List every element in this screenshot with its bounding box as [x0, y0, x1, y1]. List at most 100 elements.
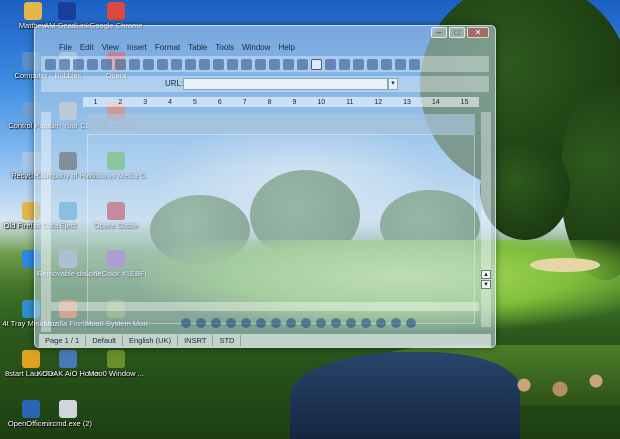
- print-preview-icon[interactable]: [143, 58, 154, 70]
- standard-toolbar: [41, 56, 489, 72]
- horizontal-scrollbar[interactable]: [51, 302, 479, 311]
- callout-icon[interactable]: [271, 318, 281, 328]
- document-page-header: [87, 114, 475, 134]
- text-icon[interactable]: [256, 318, 266, 328]
- menu-view[interactable]: View: [102, 42, 119, 54]
- format-paintbrush-icon[interactable]: [227, 58, 238, 70]
- ruler-mark: 11: [346, 98, 354, 106]
- help-icon[interactable]: [409, 58, 420, 70]
- status-insert-mode[interactable]: INSRT: [178, 335, 214, 346]
- url-dropdown-button[interactable]: ▾: [388, 78, 398, 90]
- rectangle-icon[interactable]: [211, 318, 221, 328]
- menu-tools[interactable]: Tools: [215, 42, 234, 54]
- find-replace-icon[interactable]: [325, 58, 336, 70]
- wallpaper-pond: [290, 352, 520, 439]
- ruler-mark: 15: [460, 98, 469, 106]
- ruler-mark: 7: [242, 98, 247, 106]
- ruler-mark: 1: [93, 98, 98, 106]
- open-icon[interactable]: [59, 58, 70, 70]
- table-icon[interactable]: [283, 58, 294, 70]
- wallpaper-bunker: [530, 258, 600, 272]
- copy-icon[interactable]: [199, 58, 210, 70]
- ruler-mark: 13: [403, 98, 411, 106]
- autospell-icon[interactable]: [171, 58, 182, 70]
- gallery-icon[interactable]: [353, 58, 364, 70]
- block-arrows-icon[interactable]: [316, 318, 326, 328]
- select-icon[interactable]: [181, 318, 191, 328]
- kodak-aio-icon: [59, 350, 77, 368]
- edit-file-icon[interactable]: [101, 58, 112, 70]
- menu-table[interactable]: Table: [188, 42, 207, 54]
- image-icon[interactable]: [391, 318, 401, 328]
- ellipse-icon[interactable]: [226, 318, 236, 328]
- menu-window[interactable]: Window: [242, 42, 270, 54]
- url-label: URL:: [165, 79, 184, 88]
- basic-shapes-icon[interactable]: [286, 318, 296, 328]
- navigator-icon[interactable]: [339, 58, 350, 70]
- fontwork-icon[interactable]: [376, 318, 386, 328]
- scroll-down-button[interactable]: ▼: [481, 280, 491, 289]
- nircmd-icon: [59, 400, 77, 418]
- symbol-shapes-icon[interactable]: [301, 318, 311, 328]
- extrusion-icon[interactable]: [406, 318, 416, 328]
- vertical-scrollbar[interactable]: [481, 112, 491, 327]
- moo0-window-icon: [107, 350, 125, 368]
- spellcheck-icon[interactable]: [157, 58, 168, 70]
- menu-file[interactable]: File: [59, 42, 72, 54]
- ruler-mark: 12: [374, 98, 383, 106]
- stars-icon[interactable]: [361, 318, 371, 328]
- flowchart-icon[interactable]: [331, 318, 341, 328]
- status-selection-mode[interactable]: STD: [213, 335, 242, 346]
- paste-icon[interactable]: [213, 58, 224, 70]
- menu-insert[interactable]: Insert: [127, 42, 147, 54]
- desktop-icon-label: nircmd.exe (2): [44, 419, 92, 428]
- save-icon[interactable]: [73, 58, 84, 70]
- print-icon[interactable]: [129, 58, 140, 70]
- status-bar: Page 1 / 1 Default English (UK) INSRT ST…: [39, 334, 491, 347]
- desktop-icon-label: Moo0 Window ...: [88, 369, 144, 378]
- cut-icon[interactable]: [185, 58, 196, 70]
- ruler-mark: 8: [267, 98, 272, 106]
- window-controls: – □ ✕: [431, 27, 489, 38]
- hyperlink-bar: URL: ▾: [41, 76, 489, 92]
- email-icon[interactable]: [87, 58, 98, 70]
- new-document-icon[interactable]: [45, 58, 56, 70]
- minimize-button[interactable]: –: [431, 27, 447, 38]
- data-sources-icon[interactable]: [367, 58, 378, 70]
- status-page[interactable]: Page 1 / 1: [39, 335, 87, 346]
- desktop-icon-nircmd[interactable]: nircmd.exe (2): [37, 400, 99, 428]
- menu-format[interactable]: Format: [155, 42, 180, 54]
- redo-icon[interactable]: [255, 58, 266, 70]
- show-draw-functions-icon[interactable]: [297, 58, 308, 70]
- ruler-mark: 5: [192, 98, 197, 106]
- draw-mode-icon[interactable]: [311, 58, 322, 70]
- document-page[interactable]: [87, 134, 475, 324]
- hyperlink-icon[interactable]: [269, 58, 280, 70]
- menu-edit[interactable]: Edit: [80, 42, 94, 54]
- line-icon[interactable]: [196, 318, 206, 328]
- menu-bar: File Edit View Insert Format Table Tools…: [41, 42, 489, 54]
- freeform-icon[interactable]: [241, 318, 251, 328]
- desktop-icon-moo0-window[interactable]: Moo0 Window ...: [85, 350, 147, 378]
- ruler-mark: 4: [168, 98, 173, 106]
- writer-window[interactable]: – □ ✕ File Edit View Insert Format Table…: [34, 25, 496, 348]
- zoom-icon[interactable]: [395, 58, 406, 70]
- vertical-ruler[interactable]: [41, 112, 51, 332]
- window-titlebar[interactable]: – □ ✕: [35, 26, 495, 40]
- export-pdf-icon[interactable]: [115, 58, 126, 70]
- maximize-button[interactable]: □: [449, 27, 465, 38]
- horizontal-ruler[interactable]: 1 2 3 4 5 6 7 8 9 10 11 12 13 14 15: [83, 97, 479, 107]
- ruler-mark: 14: [431, 98, 440, 106]
- status-language[interactable]: English (UK): [123, 335, 179, 346]
- menu-help[interactable]: Help: [279, 42, 295, 54]
- close-button[interactable]: ✕: [467, 27, 489, 38]
- drawing-toolbar: [41, 316, 489, 330]
- ruler-mark: 3: [143, 98, 148, 106]
- nonprinting-chars-icon[interactable]: [381, 58, 392, 70]
- status-style[interactable]: Default: [86, 335, 123, 346]
- wallpaper-rocks: [500, 365, 620, 405]
- url-input[interactable]: [183, 78, 388, 90]
- undo-icon[interactable]: [241, 58, 252, 70]
- scroll-up-button[interactable]: ▲: [481, 270, 491, 279]
- callouts-icon[interactable]: [346, 318, 356, 328]
